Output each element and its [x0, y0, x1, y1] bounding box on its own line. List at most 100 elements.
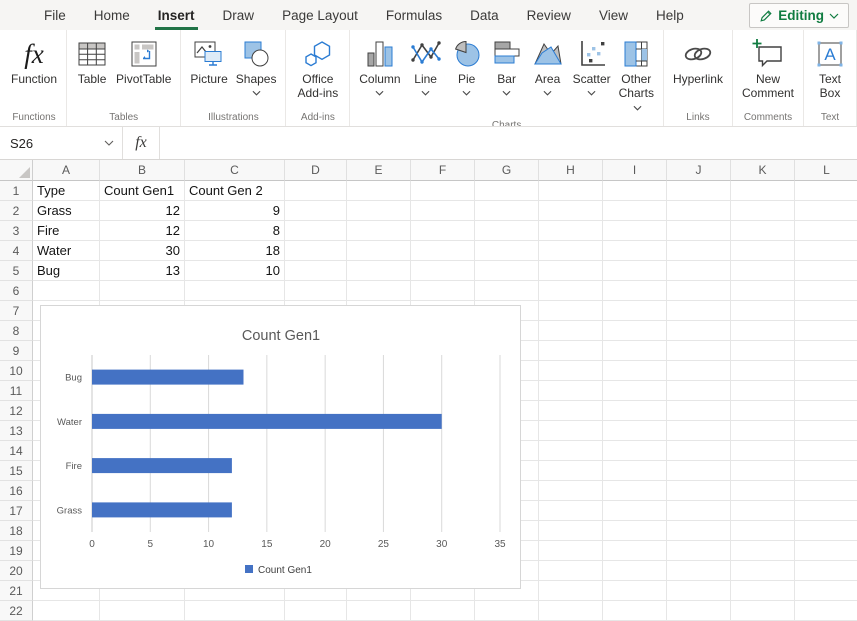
formula-input[interactable] [160, 127, 857, 159]
cell-L9[interactable] [795, 341, 857, 361]
cell-J4[interactable] [667, 241, 731, 261]
ribbon-button-picture[interactable]: Picture [187, 35, 230, 87]
cell-L16[interactable] [795, 481, 857, 501]
cell-I3[interactable] [603, 221, 667, 241]
cell-K18[interactable] [731, 521, 795, 541]
cell-B1[interactable]: Count Gen1 [100, 181, 185, 201]
cell-L2[interactable] [795, 201, 857, 221]
cell-H16[interactable] [539, 481, 603, 501]
ribbon-button-other-charts[interactable]: Other Charts [616, 35, 657, 116]
ribbon-button-text-box[interactable]: AText Box [810, 35, 850, 101]
cell-G6[interactable] [475, 281, 539, 301]
cell-H20[interactable] [539, 561, 603, 581]
cell-D2[interactable] [285, 201, 347, 221]
row-header-6[interactable]: 6 [0, 281, 33, 301]
cell-J12[interactable] [667, 401, 731, 421]
cell-B3[interactable]: 12 [100, 221, 185, 241]
cell-L15[interactable] [795, 461, 857, 481]
cell-C3[interactable]: 8 [185, 221, 285, 241]
cell-H22[interactable] [539, 601, 603, 621]
row-header-1[interactable]: 1 [0, 181, 33, 201]
column-header-f[interactable]: F [411, 160, 475, 181]
cell-G2[interactable] [475, 201, 539, 221]
cell-G3[interactable] [475, 221, 539, 241]
cell-I4[interactable] [603, 241, 667, 261]
cell-H5[interactable] [539, 261, 603, 281]
cell-J10[interactable] [667, 361, 731, 381]
cell-H17[interactable] [539, 501, 603, 521]
cell-F3[interactable] [411, 221, 475, 241]
cell-J14[interactable] [667, 441, 731, 461]
cell-J22[interactable] [667, 601, 731, 621]
cell-A6[interactable] [33, 281, 100, 301]
cell-J21[interactable] [667, 581, 731, 601]
cell-I8[interactable] [603, 321, 667, 341]
cell-J11[interactable] [667, 381, 731, 401]
cell-F4[interactable] [411, 241, 475, 261]
cell-I6[interactable] [603, 281, 667, 301]
cell-G22[interactable] [475, 601, 539, 621]
cell-F1[interactable] [411, 181, 475, 201]
cell-K12[interactable] [731, 401, 795, 421]
cell-H15[interactable] [539, 461, 603, 481]
cell-G1[interactable] [475, 181, 539, 201]
column-header-i[interactable]: I [603, 160, 667, 181]
column-header-g[interactable]: G [475, 160, 539, 181]
cell-A3[interactable]: Fire [33, 221, 100, 241]
cell-L5[interactable] [795, 261, 857, 281]
row-header-15[interactable]: 15 [0, 461, 33, 481]
cell-A1[interactable]: Type [33, 181, 100, 201]
cell-K1[interactable] [731, 181, 795, 201]
cell-K15[interactable] [731, 461, 795, 481]
column-header-h[interactable]: H [539, 160, 603, 181]
cell-L6[interactable] [795, 281, 857, 301]
cell-J15[interactable] [667, 461, 731, 481]
cell-L8[interactable] [795, 321, 857, 341]
cell-E5[interactable] [347, 261, 411, 281]
row-header-16[interactable]: 16 [0, 481, 33, 501]
cell-I11[interactable] [603, 381, 667, 401]
cell-J6[interactable] [667, 281, 731, 301]
cell-I1[interactable] [603, 181, 667, 201]
row-header-13[interactable]: 13 [0, 421, 33, 441]
cell-C4[interactable]: 18 [185, 241, 285, 261]
menu-tab-help[interactable]: Help [642, 0, 698, 30]
cell-J19[interactable] [667, 541, 731, 561]
cell-J20[interactable] [667, 561, 731, 581]
cell-A4[interactable]: Water [33, 241, 100, 261]
cell-F22[interactable] [411, 601, 475, 621]
cell-K9[interactable] [731, 341, 795, 361]
cell-J8[interactable] [667, 321, 731, 341]
cell-E2[interactable] [347, 201, 411, 221]
cell-I21[interactable] [603, 581, 667, 601]
cell-H11[interactable] [539, 381, 603, 401]
row-header-9[interactable]: 9 [0, 341, 33, 361]
cell-I18[interactable] [603, 521, 667, 541]
cell-H21[interactable] [539, 581, 603, 601]
cell-I16[interactable] [603, 481, 667, 501]
cell-H3[interactable] [539, 221, 603, 241]
cell-F5[interactable] [411, 261, 475, 281]
ribbon-button-pie[interactable]: Pie [448, 35, 486, 97]
menu-tab-draw[interactable]: Draw [209, 0, 269, 30]
cell-H14[interactable] [539, 441, 603, 461]
menu-tab-file[interactable]: File [30, 0, 80, 30]
cell-I22[interactable] [603, 601, 667, 621]
ribbon-button-bar[interactable]: Bar [488, 35, 526, 97]
cell-L18[interactable] [795, 521, 857, 541]
cell-E6[interactable] [347, 281, 411, 301]
cell-D4[interactable] [285, 241, 347, 261]
menu-tab-formulas[interactable]: Formulas [372, 0, 456, 30]
cell-K11[interactable] [731, 381, 795, 401]
cell-L7[interactable] [795, 301, 857, 321]
cell-L12[interactable] [795, 401, 857, 421]
cell-L3[interactable] [795, 221, 857, 241]
cell-I20[interactable] [603, 561, 667, 581]
cell-H2[interactable] [539, 201, 603, 221]
cell-L21[interactable] [795, 581, 857, 601]
cell-L20[interactable] [795, 561, 857, 581]
cell-L11[interactable] [795, 381, 857, 401]
column-header-c[interactable]: C [185, 160, 285, 181]
cell-K7[interactable] [731, 301, 795, 321]
cell-H8[interactable] [539, 321, 603, 341]
